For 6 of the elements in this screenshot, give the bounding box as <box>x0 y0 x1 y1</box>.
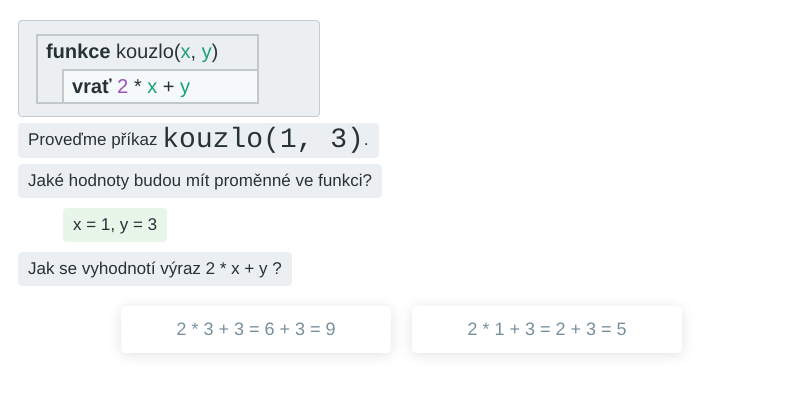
question-bubble: Jak se vyhodnotí výraz 2 * x + y ? <box>18 252 292 286</box>
answer-bubble: x = 1, y = 3 <box>63 208 168 242</box>
code-line: funkce kouzlo(x, y) <box>45 40 220 65</box>
question-bubble: Jaké hodnoty budou mít proměnné ve funkci? <box>18 164 382 198</box>
choice-button[interactable]: 2 * 3 + 3 = 6 + 3 = 9 <box>121 306 391 353</box>
choice-button[interactable]: 2 * 1 + 3 = 2 + 3 = 5 <box>412 306 682 353</box>
